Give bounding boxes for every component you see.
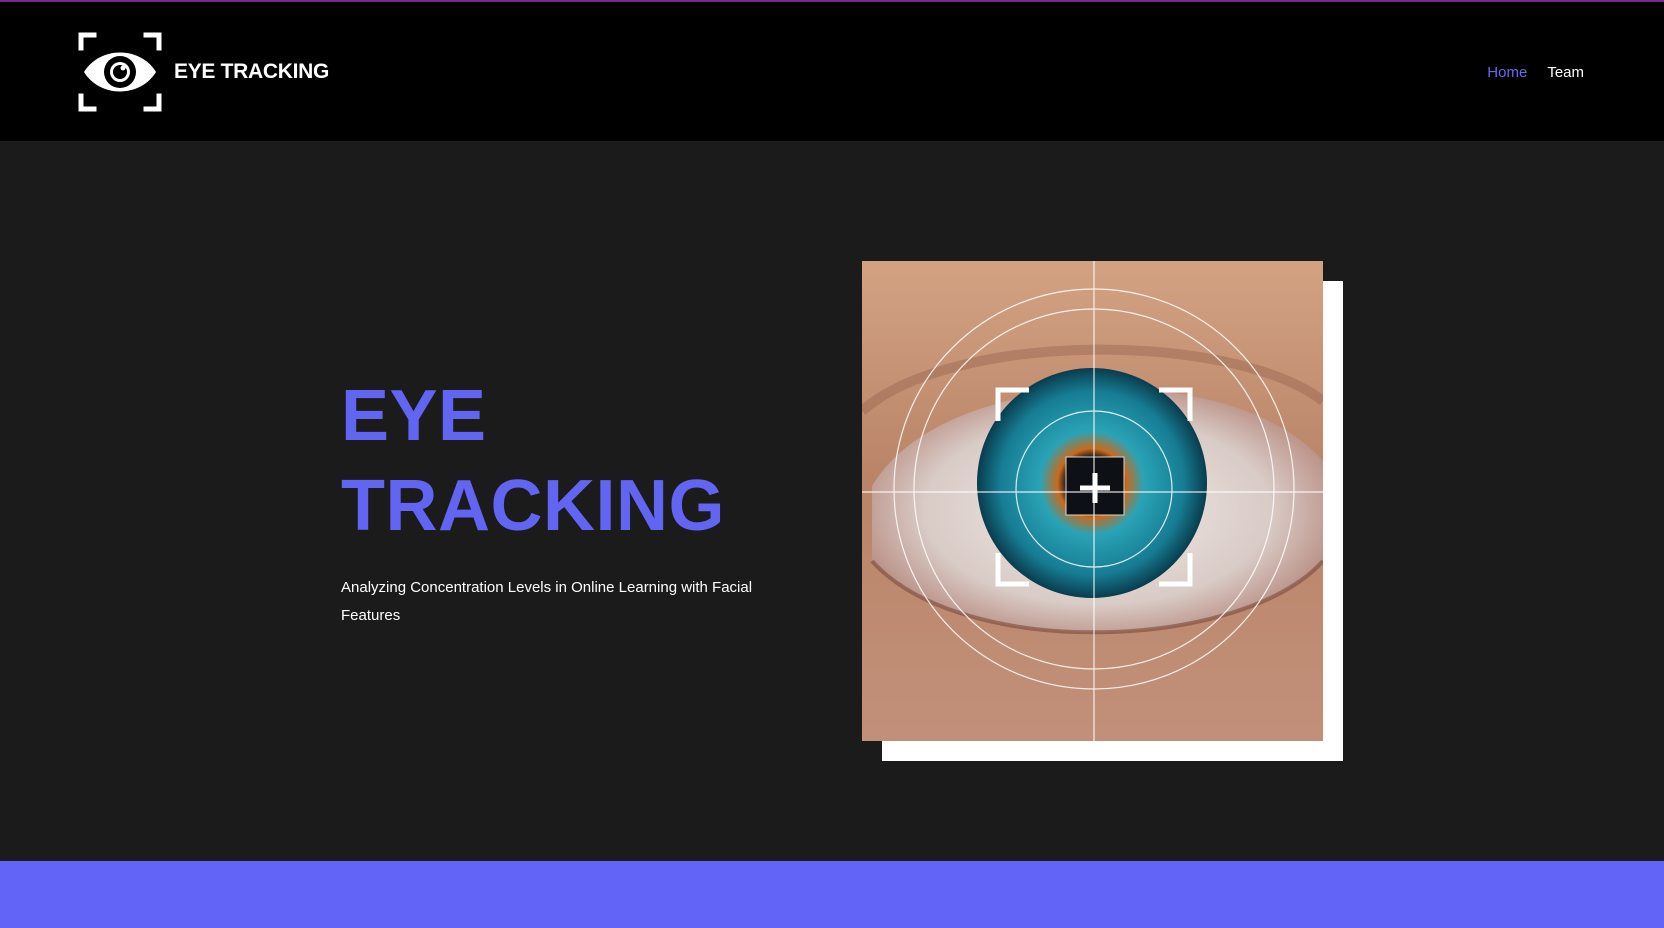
hero-section: EYE TRACKING Analyzing Concentration Lev… [0, 141, 1664, 861]
eye-scan-icon [78, 32, 162, 112]
hero-subtitle: Analyzing Concentration Levels in Online… [341, 579, 753, 624]
eye-image [862, 261, 1323, 741]
brand-name: EYE TRACKING [174, 60, 330, 83]
hero-title: EYE TRACKING [341, 371, 725, 551]
nav-team-link[interactable]: Team [1547, 64, 1584, 81]
hero-image [862, 261, 1323, 741]
footer-band [0, 861, 1664, 928]
hero-title-line2: TRACKING [341, 466, 725, 546]
site-header: EYE TRACKING Home Team [0, 2, 1664, 141]
main-nav: Home Team [1487, 64, 1584, 81]
nav-home-link[interactable]: Home [1487, 64, 1527, 81]
brand[interactable]: EYE TRACKING [78, 32, 329, 112]
hero-title-line1: EYE [341, 376, 487, 456]
